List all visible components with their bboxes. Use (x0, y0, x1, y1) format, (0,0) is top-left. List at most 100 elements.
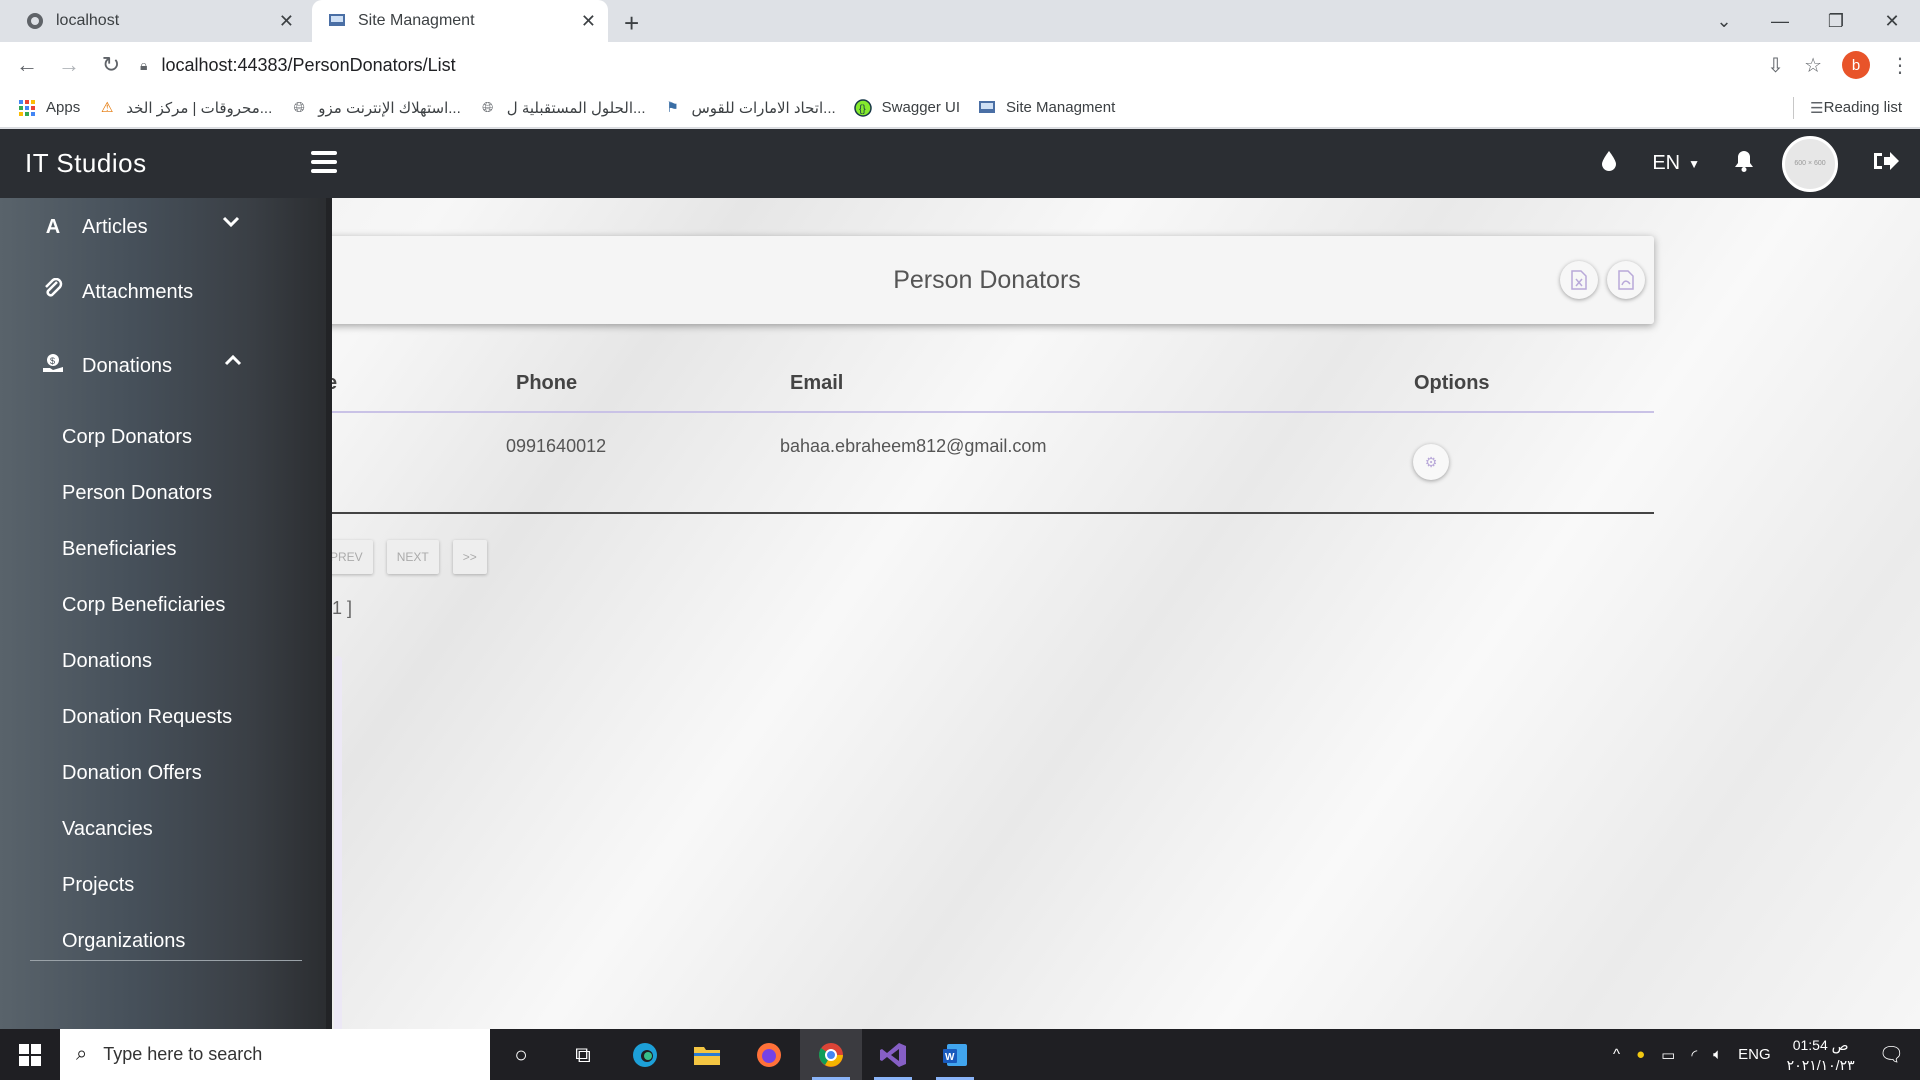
new-tab-icon[interactable]: + (624, 8, 639, 39)
svg-text:$: $ (50, 356, 55, 366)
reading-list[interactable]: ☰ Reading list (1793, 96, 1902, 119)
chevron-down-icon[interactable] (222, 216, 240, 228)
bookmark-2[interactable]: 🌐︎ استهلاك الإنترنت مزو... (290, 99, 461, 117)
sidebar-item-attachments[interactable]: Attachments (42, 277, 193, 306)
reading-list-icon: ☰ (1810, 99, 1824, 117)
tab-localhost[interactable]: localhost ✕ (0, 0, 306, 42)
logout-icon[interactable] (1872, 149, 1900, 179)
excel-file-icon (1571, 270, 1587, 290)
sidebar-subitem-donations[interactable]: Donations (62, 650, 152, 673)
close-icon[interactable]: ✕ (581, 11, 596, 32)
address-bar[interactable]: 🔒︎ localhost:44383/PersonDonators/List (140, 47, 1740, 83)
cortana-icon[interactable]: ○ (490, 1029, 552, 1080)
tab-search-icon[interactable]: ⌄ (1696, 11, 1752, 32)
row-options-button[interactable]: ⚙ (1413, 444, 1449, 480)
globe-icon (26, 12, 44, 30)
shield-icon[interactable]: ● (1636, 1046, 1645, 1063)
tab-site-managment[interactable]: Site Managment ✕ (312, 0, 608, 42)
close-window-icon[interactable]: ✕ (1864, 11, 1920, 32)
close-icon[interactable]: ✕ (279, 11, 294, 32)
sidebar-subitem-corp-donators[interactable]: Corp Donators (62, 426, 192, 449)
donation-icon: $ (42, 352, 64, 380)
system-tray: ^ ● ▭ ◜ 🔈︎ ENG 01:54 ص ٢٠٢١/١٠/٢٣ 🗨︎ (1613, 1029, 1920, 1080)
speaker-icon[interactable]: 🔈︎ (1713, 1046, 1722, 1063)
chevron-up-icon[interactable]: ^ (1613, 1046, 1620, 1063)
wifi-icon[interactable]: ◜ (1691, 1046, 1697, 1064)
bookmark-label: محروقات | مركز الخد... (126, 99, 273, 117)
star-icon[interactable]: ☆ (1804, 53, 1822, 78)
back-icon[interactable]: ← (12, 52, 42, 78)
search-icon: ⌕ (76, 1043, 88, 1065)
theme-drop-icon[interactable] (1600, 149, 1618, 179)
install-app-icon[interactable]: ⇩ (1767, 53, 1784, 78)
file-explorer-icon[interactable] (676, 1029, 738, 1080)
maximize-icon[interactable]: ❐ (1808, 11, 1864, 32)
sidebar-item-label: Articles (82, 216, 148, 238)
windows-start-button[interactable] (0, 1029, 60, 1080)
sidebar-subitem-donation-requests[interactable]: Donation Requests (62, 706, 232, 729)
sidebar-scrollbar[interactable] (334, 656, 342, 1029)
notification-center-icon[interactable]: 🗨︎ (1879, 1042, 1904, 1067)
cogs-icon: ⚙ (1424, 453, 1438, 470)
language-dropdown[interactable]: EN ▼ (1652, 152, 1700, 175)
page-info: 1 ] (332, 598, 353, 618)
browser-tab-bar: localhost ✕ Site Managment ✕ + ⌄ — ❐ ✕ (0, 0, 1920, 42)
brand-logo[interactable]: IT Studios (25, 148, 147, 179)
bookmark-label: Site Managment (1006, 99, 1116, 116)
windows-logo-icon (19, 1043, 41, 1066)
bookmark-site[interactable]: Site Managment (978, 99, 1115, 117)
sidebar-subitem-organizations[interactable]: Organizations (62, 930, 185, 953)
url-text: localhost:44383/PersonDonators/List (161, 54, 456, 75)
bookmark-4[interactable]: ⚑ اتحاد الامارات للقوس... (664, 99, 835, 117)
excel-export-button[interactable] (1560, 261, 1598, 299)
visual-studio-icon[interactable] (862, 1029, 924, 1080)
input-language[interactable]: ENG (1738, 1046, 1771, 1063)
sidebar-subitem-donation-offers[interactable]: Donation Offers (62, 762, 202, 785)
apps-grid-icon (18, 99, 36, 117)
column-header-phone[interactable]: Phone (516, 372, 577, 395)
bookmark-apps[interactable]: Apps (18, 99, 80, 117)
word-icon[interactable]: W (924, 1029, 986, 1080)
sidebar-subitem-projects[interactable]: Projects (62, 874, 134, 897)
bookmark-3[interactable]: 🌐︎ الحلول المستقبلية ل... (479, 99, 645, 117)
column-header-email[interactable]: Email (790, 372, 843, 395)
sidebar-item-articles[interactable]: A Articles (42, 216, 148, 239)
user-avatar[interactable]: 600 × 600 (1782, 135, 1838, 192)
last-page-button[interactable]: >> (452, 540, 487, 574)
flag-icon: ⚑ (666, 99, 679, 115)
sidebar-subitem-vacancies[interactable]: Vacancies (62, 818, 153, 841)
battery-icon[interactable]: ▭ (1661, 1046, 1675, 1064)
sidebar-subitem-corp-beneficiaries[interactable]: Corp Beneficiaries (62, 594, 225, 617)
header-actions: EN ▼ 600 × 600 (1566, 129, 1900, 198)
sidebar-item-donations[interactable]: $ Donations (42, 352, 172, 380)
warning-icon: ⚠ (100, 99, 114, 115)
sidebar-divider (30, 960, 302, 961)
clock[interactable]: 01:54 ص ٢٠٢١/١٠/٢٣ (1787, 1035, 1855, 1075)
firefox-icon[interactable] (738, 1029, 800, 1080)
taskbar-search-input[interactable]: ⌕ Type here to search (60, 1029, 490, 1080)
bell-icon[interactable] (1734, 150, 1754, 178)
globe-icon: 🌐︎ (293, 99, 305, 115)
task-view-icon[interactable]: ⧉ (552, 1029, 614, 1080)
sidebar-subitem-person-donators[interactable]: Person Donators (62, 482, 212, 505)
bookmark-swagger[interactable]: {} Swagger UI (853, 98, 960, 117)
windows-taskbar: ⌕ Type here to search ○ ⧉ W ^ ● ▭ ◜ 🔈︎ E… (0, 1029, 1920, 1080)
toolbar-actions: ⇩ ☆ b ⋮ (1767, 42, 1910, 88)
pdf-export-button[interactable] (1607, 261, 1645, 299)
reload-icon[interactable]: ↻ (96, 52, 126, 78)
page-title: Person Donators (893, 266, 1081, 294)
sidebar-subitem-beneficiaries[interactable]: Beneficiaries (62, 538, 177, 561)
bookmark-1[interactable]: ⚠ محروقات | مركز الخد... (98, 99, 272, 117)
profile-avatar[interactable]: b (1842, 51, 1870, 79)
swagger-icon: {} (853, 98, 872, 117)
forward-icon[interactable]: → (54, 52, 84, 78)
chrome-icon[interactable] (800, 1029, 862, 1080)
minimize-icon[interactable]: — (1752, 11, 1808, 32)
taskbar-apps: ○ ⧉ W (490, 1029, 986, 1080)
more-menu-icon[interactable]: ⋮ (1890, 53, 1910, 78)
edge-icon[interactable] (614, 1029, 676, 1080)
hamburger-menu-icon[interactable] (311, 151, 337, 173)
chevron-up-icon[interactable] (224, 354, 242, 366)
next-page-button[interactable]: NEXT (386, 540, 439, 574)
sidebar-item-label: Donations (82, 354, 173, 377)
